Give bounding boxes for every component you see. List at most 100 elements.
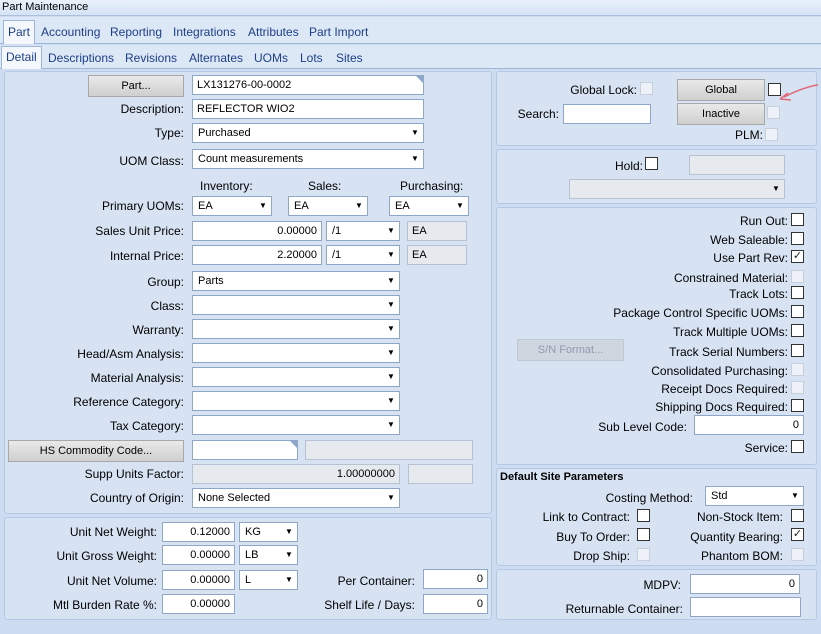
flag-checkbox[interactable]	[791, 344, 804, 357]
service-checkbox[interactable]	[791, 440, 804, 453]
per-container-field[interactable]: 0	[423, 569, 488, 589]
flag-checkbox[interactable]	[791, 399, 804, 412]
chevron-down-icon[interactable]: ▼	[281, 523, 297, 541]
hs-commodity-field[interactable]	[192, 440, 298, 460]
internal-price-field[interactable]: 2.20000	[192, 245, 322, 265]
net-volume-uom-select[interactable]: L ▼	[239, 570, 298, 590]
sales-price-per-select[interactable]: /1 ▼	[326, 221, 400, 241]
net-volume-field[interactable]: 0.00000	[162, 570, 235, 590]
reference-category-select[interactable]: ▼	[192, 391, 400, 411]
burden-field[interactable]: 0.00000	[162, 594, 235, 614]
qty-bearing-checkbox[interactable]: ✓	[791, 528, 804, 541]
chevron-down-icon[interactable]: ▼	[787, 487, 803, 505]
window-title: Part Maintenance	[0, 0, 821, 16]
non-stock-checkbox[interactable]	[791, 509, 804, 522]
flag-checkbox[interactable]	[791, 363, 804, 376]
global-lock-label: Global Lock:	[570, 83, 637, 97]
flag-checkbox[interactable]	[791, 324, 804, 337]
chevron-down-icon[interactable]: ▼	[281, 571, 297, 589]
flag-checkbox[interactable]	[791, 286, 804, 299]
chevron-down-icon[interactable]: ▼	[452, 197, 468, 215]
tab-reporting[interactable]: Reporting	[110, 25, 162, 39]
country-select[interactable]: None Selected ▼	[192, 488, 400, 508]
subtab-revisions[interactable]: Revisions	[125, 51, 177, 65]
net-weight-uom-select[interactable]: KG ▼	[239, 522, 298, 542]
description-field[interactable]: REFLECTOR WIO2	[192, 99, 424, 119]
global-lock-checkbox[interactable]	[640, 82, 653, 95]
inventory-uom-select[interactable]: EA ▼	[192, 196, 272, 216]
search-input[interactable]	[563, 104, 651, 124]
chevron-down-icon[interactable]: ▼	[255, 197, 271, 215]
part-button[interactable]: Part...	[88, 75, 184, 97]
gross-weight-uom-select[interactable]: LB ▼	[239, 545, 298, 565]
plm-checkbox[interactable]	[765, 128, 778, 141]
net-weight-field[interactable]: 0.12000	[162, 522, 235, 542]
part-number-field[interactable]: LX131276-00-0002	[192, 75, 424, 95]
chevron-down-icon[interactable]: ▼	[383, 416, 399, 434]
chevron-down-icon[interactable]: ▼	[383, 344, 399, 362]
subtab-detail[interactable]: Detail	[1, 46, 42, 69]
flag-checkbox[interactable]	[791, 232, 804, 245]
chevron-down-icon[interactable]: ▼	[383, 272, 399, 290]
inactive-checkbox[interactable]	[767, 106, 780, 119]
flag-checkbox[interactable]	[791, 270, 804, 283]
flag-checkbox[interactable]	[791, 381, 804, 394]
chevron-down-icon[interactable]: ▼	[383, 489, 399, 507]
subtab-lots[interactable]: Lots	[300, 51, 323, 65]
chevron-down-icon[interactable]: ▼	[351, 197, 367, 215]
hold-select[interactable]: ▼	[569, 179, 785, 199]
flag-checkbox[interactable]	[791, 305, 804, 318]
tab-accounting[interactable]: Accounting	[41, 25, 100, 39]
tax-category-select[interactable]: ▼	[192, 415, 400, 435]
sales-unit-price-field[interactable]: 0.00000	[192, 221, 322, 241]
tab-attributes[interactable]: Attributes	[248, 25, 299, 39]
material-analysis-select[interactable]: ▼	[192, 367, 400, 387]
chevron-down-icon[interactable]: ▼	[768, 180, 784, 198]
hs-commodity-description	[305, 440, 473, 460]
chevron-down-icon[interactable]: ▼	[281, 546, 297, 564]
subtab-sites[interactable]: Sites	[336, 51, 363, 65]
buy-to-order-checkbox[interactable]	[637, 528, 650, 541]
flag-checkbox[interactable]	[791, 213, 804, 226]
uom-class-select[interactable]: Count measurements ▼	[192, 149, 424, 169]
global-button[interactable]: Global	[677, 79, 765, 101]
chevron-down-icon[interactable]: ▼	[383, 222, 399, 240]
sales-uom-select[interactable]: EA ▼	[288, 196, 368, 216]
mdpv-field[interactable]: 0	[690, 574, 800, 594]
purchasing-uom-select[interactable]: EA ▼	[389, 196, 469, 216]
inactive-button[interactable]: Inactive	[677, 103, 765, 125]
chevron-down-icon[interactable]: ▼	[383, 392, 399, 410]
chevron-down-icon[interactable]: ▼	[383, 246, 399, 264]
phantom-bom-checkbox[interactable]	[791, 548, 804, 561]
returnable-container-field[interactable]	[690, 597, 801, 617]
gross-weight-field[interactable]: 0.00000	[162, 545, 235, 565]
drop-ship-checkbox[interactable]	[637, 548, 650, 561]
warranty-select[interactable]: ▼	[192, 319, 400, 339]
chevron-down-icon[interactable]: ▼	[383, 296, 399, 314]
subtab-alternates[interactable]: Alternates	[189, 51, 243, 65]
chevron-down-icon[interactable]: ▼	[407, 150, 423, 168]
hs-commodity-button[interactable]: HS Commodity Code...	[8, 440, 184, 462]
net-volume-label: Unit Net Volume:	[66, 574, 157, 588]
flag-checkbox[interactable]: ✓	[791, 250, 804, 263]
link-contract-checkbox[interactable]	[637, 509, 650, 522]
sn-format-button[interactable]: S/N Format...	[517, 339, 624, 361]
tab-part[interactable]: Part	[3, 20, 36, 44]
class-select[interactable]: ▼	[192, 295, 400, 315]
shelf-life-field[interactable]: 0	[423, 594, 488, 614]
group-select[interactable]: Parts ▼	[192, 271, 400, 291]
tab-integrations[interactable]: Integrations	[173, 25, 236, 39]
sub-level-field[interactable]: 0	[694, 415, 804, 435]
internal-price-label: Internal Price:	[109, 249, 184, 263]
type-select[interactable]: Purchased ▼	[192, 123, 424, 143]
head-asm-select[interactable]: ▼	[192, 343, 400, 363]
hold-checkbox[interactable]	[645, 157, 658, 170]
internal-price-per-select[interactable]: /1 ▼	[326, 245, 400, 265]
chevron-down-icon[interactable]: ▼	[383, 320, 399, 338]
subtab-uoms[interactable]: UOMs	[254, 51, 288, 65]
chevron-down-icon[interactable]: ▼	[383, 368, 399, 386]
subtab-descriptions[interactable]: Descriptions	[48, 51, 114, 65]
costing-method-select[interactable]: Std ▼	[705, 486, 804, 506]
chevron-down-icon[interactable]: ▼	[407, 124, 423, 142]
tab-part-import[interactable]: Part Import	[309, 25, 368, 39]
